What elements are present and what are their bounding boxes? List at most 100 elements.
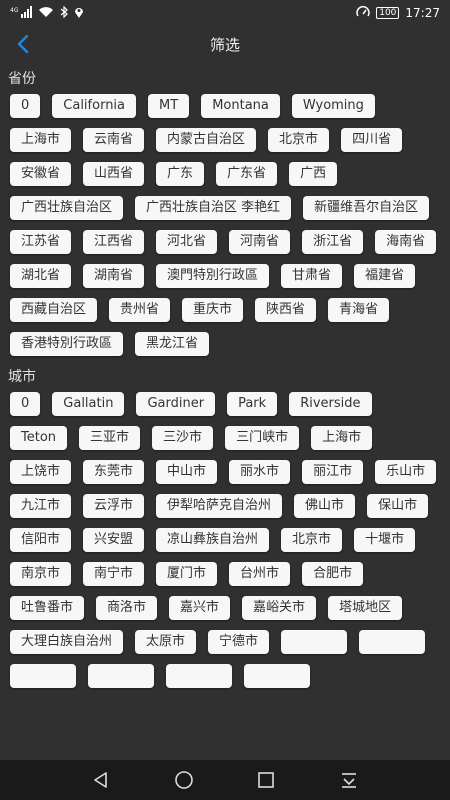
city-tag[interactable]: 太原市 — [135, 630, 197, 654]
city-tag[interactable]: Riverside — [289, 392, 372, 416]
province-tag[interactable]: 河南省 — [229, 230, 291, 254]
system-nav-bar — [0, 760, 450, 800]
province-tag[interactable]: 澳門特別行政區 — [156, 264, 270, 288]
province-tag[interactable]: 安徽省 — [10, 162, 72, 186]
city-tag[interactable]: 九江市 — [10, 494, 72, 518]
signal-icon: 4G — [10, 5, 32, 21]
city-tag[interactable]: 伊犁哈萨克自治州 — [156, 494, 283, 518]
city-tag[interactable]: 三沙市 — [152, 426, 214, 450]
province-tag-list: 0 California MT Montana Wyoming 上海市 云南省 内蒙古自治区北… — [0, 86, 450, 360]
city-tag[interactable]: 台州市 — [229, 562, 291, 586]
city-tag[interactable]: Teton — [10, 426, 68, 450]
province-tag[interactable]: 四川省 — [341, 128, 403, 152]
city-tag[interactable]: 乐山市 — [375, 460, 437, 484]
province-tag[interactable]: Wyoming — [291, 94, 375, 118]
city-tag[interactable] — [244, 664, 310, 688]
filter-content[interactable]: 省份 0 California MT Montana Wyoming 上海市 云南省 内蒙古自… — [0, 62, 450, 760]
city-tag[interactable]: 商洛市 — [96, 596, 158, 620]
province-tag[interactable]: 湖南省 — [83, 264, 145, 288]
city-tag[interactable] — [166, 664, 232, 688]
download-icon[interactable] — [338, 769, 360, 791]
city-section-label: 城市 — [8, 369, 36, 385]
province-tag[interactable]: 黑龙江省 — [135, 332, 210, 356]
clock-time: 17:27 — [405, 6, 440, 20]
page-title: 筛选 — [209, 35, 240, 54]
chevron-left-icon[interactable] — [12, 32, 36, 56]
city-tag[interactable]: 塔城地区 — [328, 596, 403, 620]
battery-indicator: 100 — [376, 7, 400, 19]
city-tag[interactable]: 合肥市 — [302, 562, 364, 586]
province-tag[interactable]: 重庆市 — [182, 298, 244, 322]
province-tag[interactable]: California — [52, 94, 137, 118]
province-tag[interactable]: 广西 — [289, 162, 338, 186]
province-tag[interactable]: 广东省 — [216, 162, 278, 186]
province-tag[interactable]: 新疆维吾尔自治区 — [303, 196, 430, 220]
province-tag[interactable]: 江苏省 — [10, 230, 72, 254]
city-tag[interactable]: 信阳市 — [10, 528, 72, 552]
province-tag[interactable]: 湖北省 — [10, 264, 72, 288]
province-tag[interactable]: 云南省 — [83, 128, 145, 152]
svg-text:4G: 4G — [10, 7, 19, 14]
province-tag[interactable]: 上海市 — [10, 128, 72, 152]
city-tag[interactable]: 宁德市 — [208, 630, 270, 654]
city-tag[interactable] — [359, 630, 426, 654]
province-tag[interactable]: 甘肃省 — [281, 264, 343, 288]
city-tag-list: 0 Gallatin Gardiner Park Riverside Teton 三亚市 三沙… — [0, 384, 450, 692]
province-tag[interactable]: 浙江省 — [302, 230, 364, 254]
city-tag[interactable]: 嘉峪关市 — [242, 596, 317, 620]
province-tag[interactable]: 江西省 — [83, 230, 145, 254]
province-tag[interactable]: 内蒙古自治区 — [156, 128, 257, 152]
city-tag[interactable]: 十堰市 — [354, 528, 416, 552]
city-tag[interactable]: 嘉兴市 — [169, 596, 231, 620]
city-tag[interactable]: 厦门市 — [156, 562, 218, 586]
province-tag[interactable]: 贵州省 — [109, 298, 171, 322]
city-tag[interactable] — [10, 664, 76, 688]
wifi-icon — [38, 6, 54, 21]
location-icon — [74, 6, 84, 21]
city-tag[interactable]: 上海市 — [311, 426, 373, 450]
city-tag[interactable]: 佛山市 — [294, 494, 356, 518]
city-tag[interactable]: 兴安盟 — [83, 528, 145, 552]
back-triangle-icon[interactable] — [90, 769, 112, 791]
province-tag[interactable]: 海南省 — [375, 230, 437, 254]
city-tag[interactable]: 吐鲁番市 — [10, 596, 85, 620]
city-tag[interactable]: 北京市 — [281, 528, 343, 552]
city-tag[interactable]: 丽江市 — [302, 460, 364, 484]
province-tag[interactable]: 河北省 — [156, 230, 218, 254]
province-tag[interactable]: 山西省 — [83, 162, 145, 186]
province-tag[interactable]: 北京市 — [268, 128, 330, 152]
status-bar: 4G 100 17:27 — [0, 0, 450, 26]
city-tag[interactable]: 云浮市 — [83, 494, 145, 518]
city-tag[interactable]: Gallatin — [52, 392, 125, 416]
province-tag[interactable]: 西藏自治区 — [10, 298, 98, 322]
city-tag[interactable]: 三亚市 — [79, 426, 141, 450]
province-tag[interactable]: MT — [148, 94, 190, 118]
city-tag[interactable]: 东莞市 — [83, 460, 145, 484]
city-tag[interactable]: 0 — [10, 392, 41, 416]
province-tag[interactable]: 0 — [10, 94, 41, 118]
city-tag[interactable]: 南宁市 — [83, 562, 145, 586]
province-tag[interactable]: 广西壮族自治区 — [10, 196, 124, 220]
province-tag[interactable]: 福建省 — [354, 264, 416, 288]
home-circle-icon[interactable] — [173, 769, 195, 791]
city-tag[interactable]: 南京市 — [10, 562, 72, 586]
province-tag[interactable]: 广西壮族自治区 李艳红 — [135, 196, 292, 220]
city-tag[interactable]: 上饶市 — [10, 460, 72, 484]
city-tag[interactable]: 大理白族自治州 — [10, 630, 124, 654]
city-tag[interactable]: 丽水市 — [229, 460, 291, 484]
city-tag[interactable]: 保山市 — [367, 494, 429, 518]
city-tag[interactable] — [88, 664, 154, 688]
city-tag[interactable]: Park — [227, 392, 278, 416]
city-tag[interactable]: 中山市 — [156, 460, 218, 484]
province-tag[interactable]: Montana — [201, 94, 280, 118]
province-tag[interactable]: 陕西省 — [255, 298, 317, 322]
city-tag[interactable]: 凉山彝族自治州 — [156, 528, 270, 552]
province-tag[interactable]: 青海省 — [328, 298, 390, 322]
speedometer-icon — [356, 5, 370, 21]
city-tag[interactable] — [281, 630, 348, 654]
province-tag[interactable]: 香港特別行政區 — [10, 332, 124, 356]
province-tag[interactable]: 广东 — [156, 162, 205, 186]
recents-square-icon[interactable] — [255, 769, 277, 791]
city-tag[interactable]: Gardiner — [136, 392, 216, 416]
city-tag[interactable]: 三门峡市 — [225, 426, 300, 450]
